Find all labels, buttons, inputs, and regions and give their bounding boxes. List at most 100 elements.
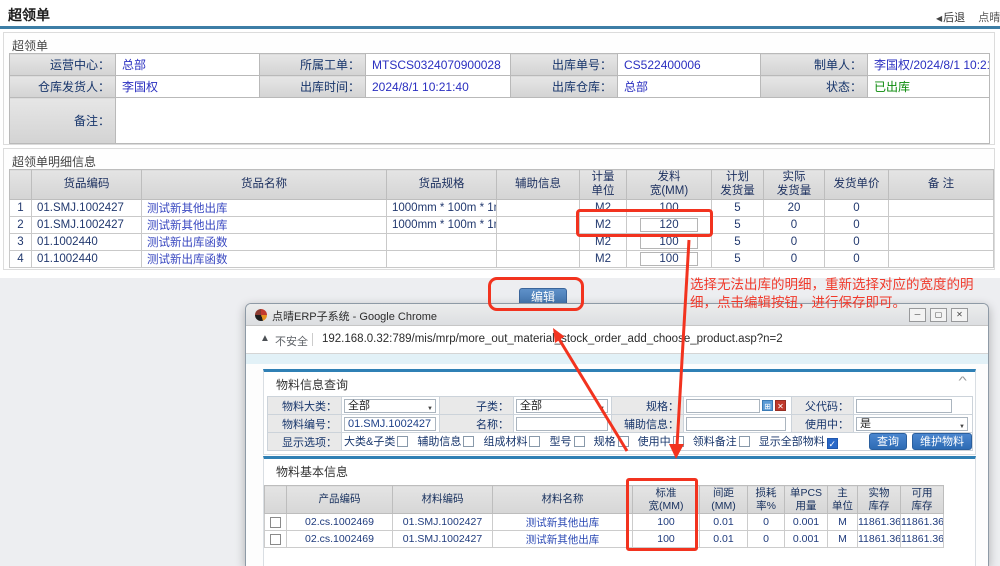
value-outtime: 2024/8/1 10:21:40 bbox=[366, 76, 511, 98]
col-std-width: 标准 宽(MM) bbox=[633, 486, 700, 514]
spec-picker-icon[interactable]: ⊞ bbox=[762, 400, 773, 411]
row-spec: 1000mm * 100m * 1mm bbox=[387, 200, 497, 217]
label-aux-info: 辅助信息： bbox=[612, 415, 684, 433]
row-unit: M2 bbox=[580, 200, 627, 217]
screen: 超领单 ◀后退 点晴 超领单 运营中心： 总部 所属工单： MTSCS03240… bbox=[0, 0, 1000, 566]
row-aux bbox=[497, 234, 580, 251]
cell-product: 02.cs.1002469 bbox=[287, 514, 393, 531]
row-checkbox[interactable] bbox=[270, 534, 281, 545]
label-center: 运营中心： bbox=[10, 54, 116, 76]
col-plan: 计划 发货量 bbox=[712, 170, 764, 200]
checkbox-label: 辅助信息 bbox=[417, 436, 461, 448]
back-link[interactable]: 后退 bbox=[943, 12, 965, 24]
checkbox-note[interactable] bbox=[739, 436, 750, 447]
address-bar[interactable]: ▲ 不安全 192.168.0.32:789/mis/mrp/more_out_… bbox=[246, 326, 988, 354]
label-warehouse: 出库仓库： bbox=[511, 76, 618, 98]
cell-stock: 11861.36 bbox=[858, 531, 901, 548]
checkbox-label: 组成材料 bbox=[483, 436, 527, 448]
table-row: 4 01.1002440 测试新出库函数 M2 100 5 0 0 bbox=[10, 251, 994, 268]
topbar-right: ◀后退 点晴 bbox=[936, 9, 1000, 25]
cell-loss: 0 bbox=[748, 514, 785, 531]
checkbox-label: 使用中 bbox=[638, 436, 671, 448]
row-spec bbox=[387, 251, 497, 268]
row-actual: 0 bbox=[764, 234, 825, 251]
label-shipper: 仓库发货人： bbox=[10, 76, 116, 98]
row-no: 4 bbox=[10, 251, 32, 268]
checkbox-aux[interactable] bbox=[463, 436, 474, 447]
checkbox-category[interactable] bbox=[397, 436, 408, 447]
cell-gap: 0.01 bbox=[700, 531, 748, 548]
value-outno: CS522400006 bbox=[618, 54, 761, 76]
material-code-input[interactable]: 01.SMJ.1002427 bbox=[344, 417, 436, 431]
col-index bbox=[10, 170, 32, 200]
annotation-text: 选择无法出库的明细，重新选择对应的宽度的明细，点击编辑按钮，进行保存即可。 bbox=[690, 276, 1000, 312]
row-name: 测试新出库函数 bbox=[142, 251, 387, 268]
brand-link[interactable]: 点晴 bbox=[978, 12, 1000, 24]
search-button[interactable]: 查询 bbox=[869, 433, 907, 450]
inuse-select[interactable]: 是▼ bbox=[856, 417, 968, 431]
spec-input[interactable] bbox=[686, 399, 760, 413]
checkbox-composition[interactable] bbox=[529, 436, 540, 447]
material-row: 02.cs.1002469 01.SMJ.1002427 测试新其他出库 100… bbox=[265, 514, 944, 531]
header-divider bbox=[0, 26, 1000, 29]
label-parent: 父代码： bbox=[792, 397, 854, 415]
table-row: 3 01.1002440 测试新出库函数 M2 100 5 0 0 bbox=[10, 234, 994, 251]
row-name: 测试新其他出库 bbox=[142, 200, 387, 217]
col-note: 备 注 bbox=[889, 170, 994, 200]
label-material-code: 物料编号： bbox=[268, 415, 342, 433]
cell-material: 01.SMJ.1002427 bbox=[393, 531, 493, 548]
subcategory-select[interactable]: 全部▼ bbox=[516, 399, 608, 413]
width-input[interactable]: 120 bbox=[640, 218, 698, 232]
favicon-icon bbox=[255, 309, 267, 321]
row-checkbox[interactable] bbox=[270, 517, 281, 528]
material-info-panel: 物料基本信息 产品编码 材料编码 材料名称 标准 宽(MM) 间距 (MM) 损… bbox=[263, 456, 976, 566]
row-price: 0 bbox=[825, 251, 889, 268]
value-center: 总部 bbox=[116, 54, 260, 76]
parent-code-input[interactable] bbox=[856, 399, 952, 413]
value-maker: 李国权/2024/8/1 10:21:40 bbox=[868, 54, 990, 76]
checkbox-spec[interactable] bbox=[618, 436, 629, 447]
col-spec: 货品规格 bbox=[387, 170, 497, 200]
row-note bbox=[889, 200, 994, 217]
row-code: 01.1002440 bbox=[32, 251, 142, 268]
url-divider bbox=[312, 333, 313, 346]
row-aux bbox=[497, 251, 580, 268]
cell-gap: 0.01 bbox=[700, 514, 748, 531]
chevron-down-icon: ▼ bbox=[959, 421, 965, 434]
material-table: 产品编码 材料编码 材料名称 标准 宽(MM) 间距 (MM) 损耗 率% 单P… bbox=[264, 485, 944, 548]
label-outtime: 出库时间： bbox=[260, 76, 366, 98]
popup-window: 点晴ERP子系统 - Google Chrome ─ ▢ ✕ ▲ 不安全 192… bbox=[245, 303, 989, 566]
row-spec: 1000mm * 100m * 1mm bbox=[387, 217, 497, 234]
width-input[interactable]: 100 bbox=[640, 235, 698, 249]
col-loss: 损耗 率% bbox=[748, 486, 785, 514]
info-panel-title: 物料基本信息 bbox=[276, 463, 348, 480]
cell-width: 100 bbox=[633, 514, 700, 531]
detail-section-title: 超领单明细信息 bbox=[12, 153, 96, 170]
material-query-panel: 物料信息查询 ^ 物料大类： 全部▼ 子类： 全部▼ 规格： ⊞✕ 父代码： 物… bbox=[263, 369, 976, 455]
label-name: 名称： bbox=[440, 415, 514, 433]
checkbox-model[interactable] bbox=[574, 436, 585, 447]
spec-clear-icon[interactable]: ✕ bbox=[775, 400, 786, 411]
row-plan: 5 bbox=[712, 234, 764, 251]
status-value: 已出库 bbox=[868, 76, 990, 98]
row-code: 01.1002440 bbox=[32, 234, 142, 251]
checkbox-show-all[interactable]: ✓ bbox=[827, 438, 838, 449]
col-actual: 实际 发货量 bbox=[764, 170, 825, 200]
label-inuse: 使用中： bbox=[792, 415, 854, 433]
row-actual: 20 bbox=[764, 200, 825, 217]
cell-unit: M bbox=[828, 531, 858, 548]
maintain-material-button[interactable]: 维护物料 bbox=[912, 433, 972, 450]
aux-info-input[interactable] bbox=[686, 417, 786, 431]
checkbox-inuse[interactable] bbox=[673, 436, 684, 447]
name-input[interactable] bbox=[516, 417, 608, 431]
cell-usage: 0.001 bbox=[785, 514, 828, 531]
width-input[interactable]: 100 bbox=[640, 252, 698, 266]
cell-available: 11861.36 bbox=[901, 531, 944, 548]
category-select[interactable]: 全部▼ bbox=[344, 399, 436, 413]
order-panel: 超领单 运营中心： 总部 所属工单： MTSCS0324070900028 出库… bbox=[3, 32, 995, 145]
label-subcategory: 子类： bbox=[440, 397, 514, 415]
row-plan: 5 bbox=[712, 200, 764, 217]
cell-name: 测试新其他出库 bbox=[493, 531, 633, 548]
row-no: 3 bbox=[10, 234, 32, 251]
collapse-icon[interactable]: ^ bbox=[958, 375, 966, 387]
